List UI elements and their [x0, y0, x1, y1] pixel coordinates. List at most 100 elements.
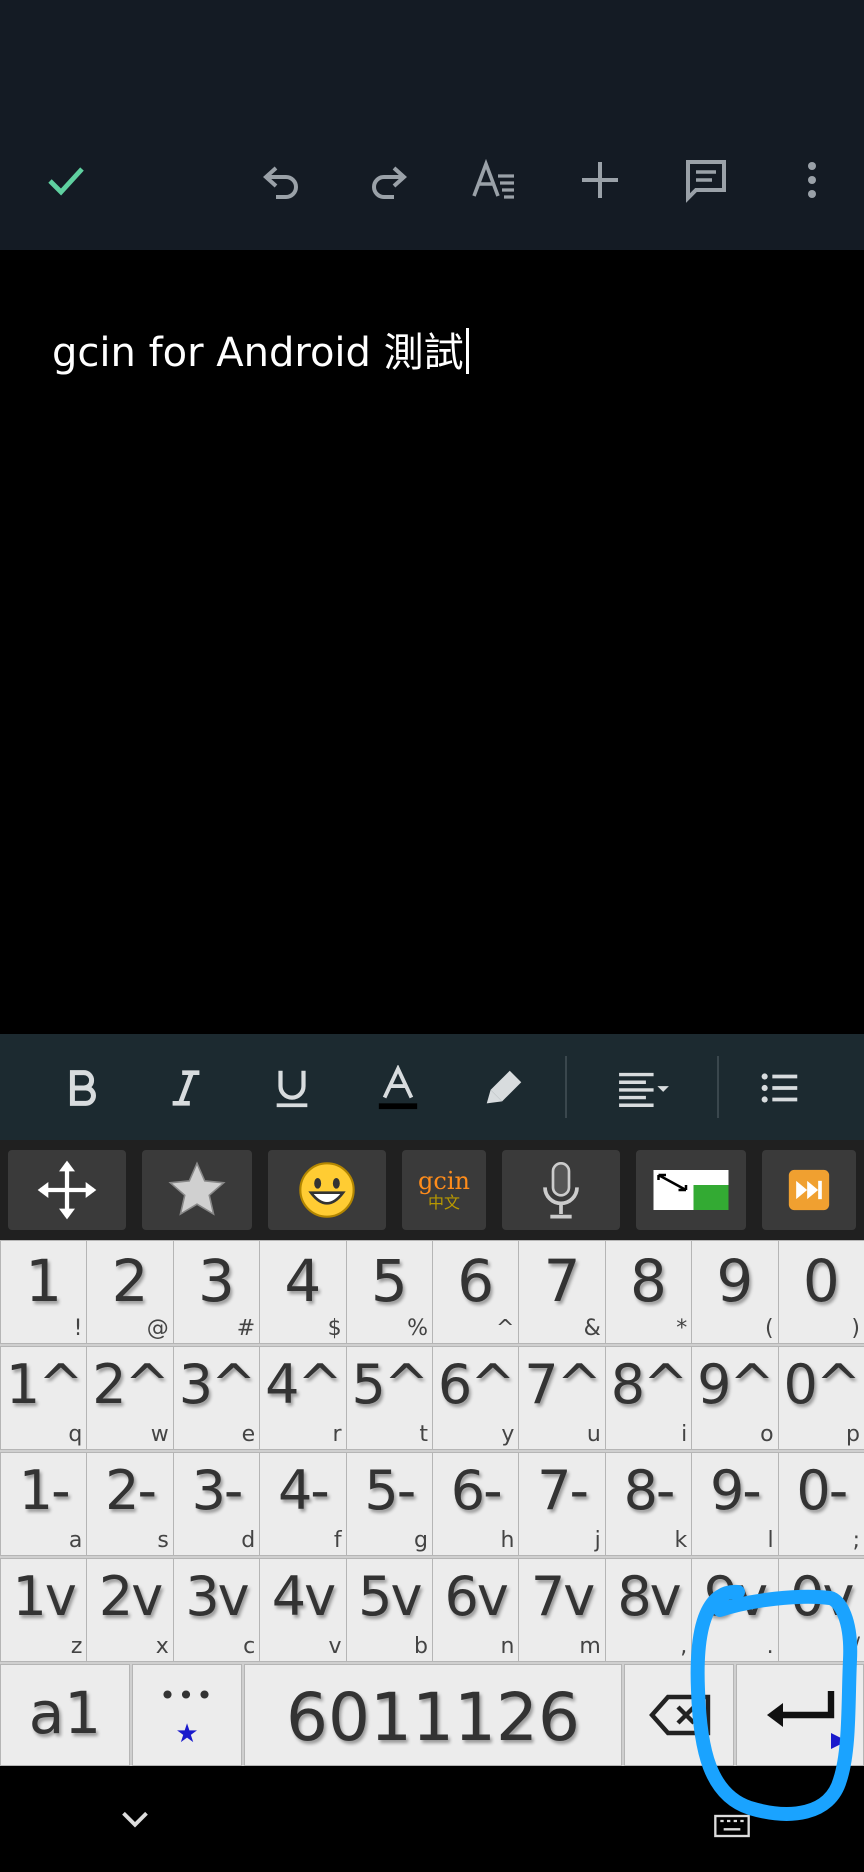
microphone-icon[interactable] [502, 1150, 620, 1230]
key-2-1[interactable]: 1^ q [0, 1346, 88, 1450]
gcin-logo-bottom: 中文 [427, 1193, 460, 1212]
italic-icon[interactable] [154, 1056, 218, 1120]
key-4-7[interactable]: 7v m [518, 1558, 606, 1662]
key-4-10[interactable]: 0v / [777, 1558, 864, 1662]
key-1-7[interactable]: 7 & [518, 1240, 606, 1344]
key-sub-label: / [852, 1634, 860, 1659]
key-2-6[interactable]: 6^ y [432, 1346, 520, 1450]
key-3-10[interactable]: 0-; [777, 1452, 864, 1556]
key-2-9[interactable]: 9^ o [691, 1346, 779, 1450]
add-icon[interactable] [570, 150, 630, 210]
list-icon[interactable] [748, 1056, 812, 1120]
key-main-label: 5v [358, 1565, 422, 1628]
key-1-9[interactable]: 9( [691, 1240, 779, 1344]
key-4-4[interactable]: 4v v [259, 1558, 347, 1662]
mode-label: a1 [28, 1679, 102, 1747]
key-2-10[interactable]: 0^ p [777, 1346, 864, 1450]
key-2-2[interactable]: 2^ w [86, 1346, 174, 1450]
keyboard-switch-icon[interactable] [712, 1806, 752, 1846]
enter-icon [767, 1691, 835, 1727]
key-3-6[interactable]: 6- h [432, 1452, 520, 1556]
key-1-1[interactable]: 1! [0, 1240, 88, 1344]
highlighter-icon[interactable] [472, 1056, 536, 1120]
key-3-5[interactable]: 5- g [345, 1452, 433, 1556]
key-2-7[interactable]: 7^ u [518, 1346, 606, 1450]
key-2-4[interactable]: 4^ r [259, 1346, 347, 1450]
key-sub-label: y [501, 1422, 515, 1447]
key-4-2[interactable]: 2v x [86, 1558, 174, 1662]
key-3-4[interactable]: 4- f [259, 1452, 347, 1556]
key-1-3[interactable]: 3 # [172, 1240, 261, 1344]
space-key[interactable]: 6011126 [244, 1664, 622, 1766]
enter-key[interactable] [736, 1664, 864, 1766]
key-main-label: 4^ [265, 1353, 343, 1416]
text-color-icon[interactable] [366, 1056, 430, 1120]
backspace-icon [649, 1694, 711, 1736]
chevron-down-icon[interactable] [112, 1796, 158, 1842]
key-4-1[interactable]: 1v z [0, 1558, 88, 1662]
key-main-label: 0^ [783, 1353, 861, 1416]
key-main-label: 8^ [610, 1353, 689, 1416]
key-sub-label: w [150, 1422, 169, 1447]
star-icon[interactable] [142, 1150, 252, 1230]
key-sub-label: p [846, 1422, 860, 1447]
key-3-8[interactable]: 8- k [604, 1452, 693, 1556]
key-4-8[interactable]: 8v, [604, 1558, 693, 1662]
key-3-2[interactable]: 2- s [86, 1452, 174, 1556]
key-sub-label: v [328, 1634, 342, 1659]
key-main-label: 3- [191, 1459, 244, 1522]
editor-content[interactable]: gcin for Android 測試 [52, 320, 469, 378]
app-top-bar [0, 0, 864, 250]
key-1-4[interactable]: 4 $ [259, 1240, 347, 1344]
toolbar-divider [717, 1056, 719, 1118]
key-1-5[interactable]: 5% [345, 1240, 433, 1344]
text-format-icon[interactable] [464, 150, 524, 210]
star-mark: ★ [175, 1719, 199, 1749]
key-sub-label: r [332, 1422, 342, 1447]
key-main-label: 6 [457, 1247, 495, 1315]
key-sub-label: . [766, 1634, 774, 1659]
key-sub-label: q [68, 1422, 83, 1447]
underline-icon[interactable] [260, 1056, 324, 1120]
key-main-label: 6- [450, 1459, 503, 1522]
key-1-2[interactable]: 2 @ [86, 1240, 174, 1344]
key-4-6[interactable]: 6v n [432, 1558, 520, 1662]
more-vert-icon[interactable] [782, 150, 842, 210]
gcin-logo-icon[interactable]: gcin 中文 [402, 1150, 486, 1230]
mode-switch-key[interactable]: a1 [0, 1664, 130, 1766]
check-icon[interactable] [36, 150, 96, 210]
key-3-7[interactable]: 7- j [518, 1452, 606, 1556]
fast-forward-icon[interactable] [762, 1150, 856, 1230]
backspace-key[interactable] [624, 1664, 734, 1766]
key-2-5[interactable]: 5^ t [345, 1346, 433, 1450]
key-main-label: 4v [271, 1565, 336, 1628]
key-3-9[interactable]: 9- l [691, 1452, 779, 1556]
toolbar-divider [565, 1056, 567, 1118]
key-4-9[interactable]: 9v. [691, 1558, 779, 1662]
key-4-3[interactable]: 3v c [172, 1558, 261, 1662]
key-1-6[interactable]: 6 ^ [432, 1240, 520, 1344]
key-2-8[interactable]: 8^ i [604, 1346, 693, 1450]
key-4-5[interactable]: 5v b [345, 1558, 433, 1662]
undo-icon[interactable] [252, 150, 312, 210]
redo-icon[interactable] [358, 150, 418, 210]
align-icon[interactable] [604, 1056, 684, 1120]
key-3-1[interactable]: 1- a [0, 1452, 88, 1556]
gcin-logo-top: gcin [418, 1167, 470, 1195]
bold-icon[interactable] [50, 1056, 114, 1120]
move-arrows-icon[interactable] [8, 1150, 126, 1230]
key-sub-label: h [500, 1528, 515, 1553]
resize-icon[interactable] [636, 1150, 746, 1230]
key-main-label: 2v [98, 1565, 163, 1628]
key-main-label: 4 [284, 1247, 322, 1315]
key-2-3[interactable]: 3^ e [172, 1346, 261, 1450]
key-main-label: 5^ [351, 1353, 429, 1416]
symbols-key[interactable]: ••• ★ [132, 1664, 242, 1766]
key-1-10[interactable]: 0) [777, 1240, 864, 1344]
key-sub-label: f [333, 1528, 342, 1553]
comment-icon[interactable] [676, 150, 736, 210]
emoji-icon[interactable] [268, 1150, 386, 1230]
key-3-3[interactable]: 3- d [172, 1452, 261, 1556]
key-main-label: 3 [198, 1247, 235, 1315]
key-1-8[interactable]: 8 * [604, 1240, 693, 1344]
